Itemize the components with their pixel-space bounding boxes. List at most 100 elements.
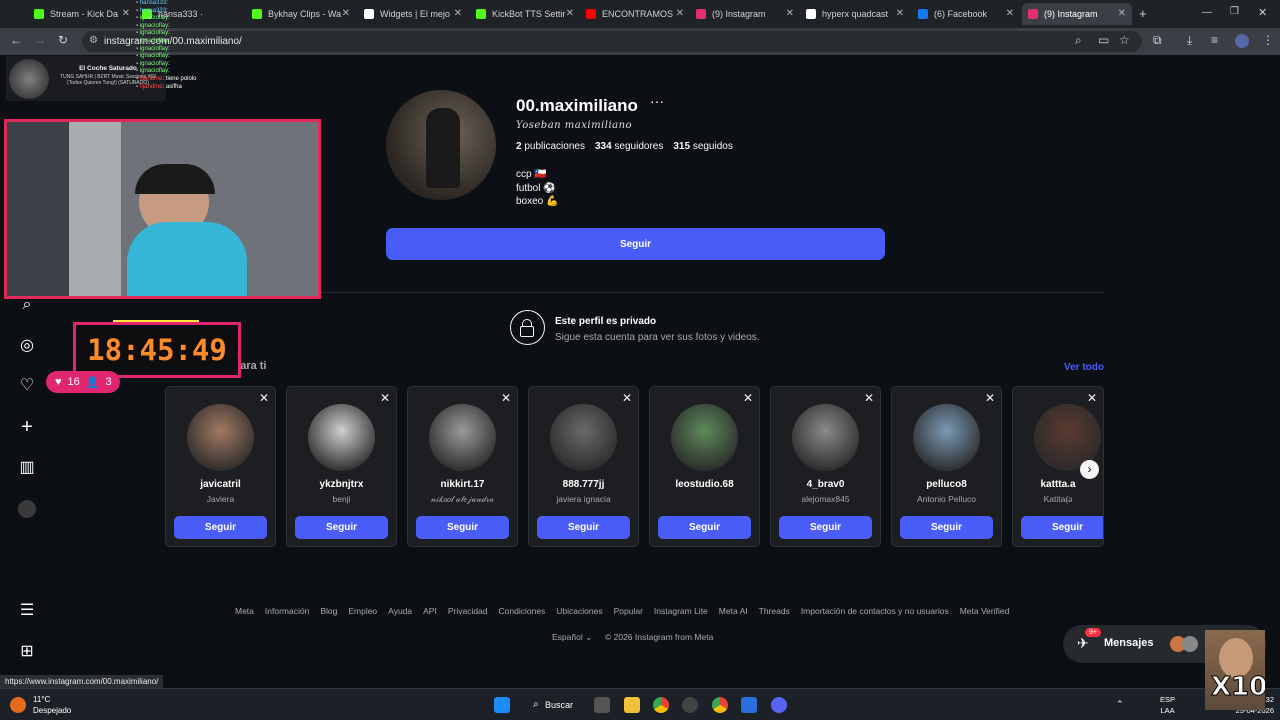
footer-link[interactable]: Threads bbox=[759, 606, 790, 616]
language-indicator[interactable]: ESP LAA bbox=[1160, 694, 1175, 716]
footer-link[interactable]: Información bbox=[265, 606, 309, 616]
suggestion-username[interactable]: pelluco8 bbox=[892, 479, 1001, 490]
zoom-icon[interactable]: ⌕ bbox=[1075, 33, 1082, 48]
following-stat[interactable]: 315 seguidos bbox=[673, 141, 733, 152]
follow-button[interactable]: Seguir bbox=[386, 228, 885, 260]
close-icon[interactable]: ✕ bbox=[566, 8, 574, 19]
footer-link[interactable]: Privacidad bbox=[448, 606, 488, 616]
footer-link[interactable]: Ubicaciones bbox=[556, 606, 602, 616]
suggestion-avatar[interactable] bbox=[913, 404, 980, 471]
explore-icon[interactable]: ◎ bbox=[18, 337, 36, 355]
suggestion-follow-button[interactable]: Seguir bbox=[416, 516, 509, 539]
footer-link[interactable]: Empleo bbox=[348, 606, 377, 616]
apps-grid-icon[interactable]: ⊞ bbox=[18, 643, 36, 661]
suggestion-username[interactable]: leostudio.68 bbox=[650, 479, 759, 490]
bookmark-star-icon[interactable]: ☆ bbox=[1119, 33, 1130, 47]
dashboard-icon[interactable]: ▥ bbox=[18, 459, 36, 477]
app-icon[interactable] bbox=[741, 697, 757, 713]
file-explorer-icon[interactable] bbox=[624, 697, 640, 713]
footer-link[interactable]: Popular bbox=[614, 606, 643, 616]
profile-avatar[interactable] bbox=[18, 500, 36, 518]
reload-icon[interactable]: ↻ bbox=[58, 33, 68, 47]
discord-icon[interactable] bbox=[771, 697, 787, 713]
suggestion-avatar[interactable] bbox=[187, 404, 254, 471]
tab-8[interactable]: (6) Facebook ✕ bbox=[912, 3, 1020, 25]
close-icon[interactable]: ✕ bbox=[1006, 8, 1014, 19]
close-icon[interactable]: ✕ bbox=[454, 8, 462, 19]
tab-3[interactable]: Widgets | El mejo ✕ bbox=[358, 3, 468, 25]
close-icon[interactable]: ✕ bbox=[342, 8, 350, 19]
create-plus-icon[interactable]: + bbox=[18, 417, 36, 437]
dismiss-icon[interactable]: ✕ bbox=[259, 391, 269, 405]
suggestion-username[interactable]: nikkirt.17 bbox=[408, 479, 517, 490]
suggestion-username[interactable]: javicatril bbox=[166, 479, 275, 490]
footer-link[interactable]: Blog bbox=[320, 606, 337, 616]
suggestion-follow-button[interactable]: Seguir bbox=[900, 516, 993, 539]
weather-icon[interactable] bbox=[10, 697, 26, 713]
suggestion-follow-button[interactable]: Seguir bbox=[1021, 516, 1103, 539]
more-options-icon[interactable]: ··· bbox=[650, 93, 664, 109]
tab-7[interactable]: hyperx quadcast ✕ bbox=[800, 3, 910, 25]
tab-5[interactable]: ENCONTRAMOS ✕ bbox=[580, 3, 690, 25]
suggestion-username[interactable]: 4_brav0 bbox=[771, 479, 880, 490]
forward-icon[interactable]: → bbox=[34, 33, 46, 47]
more-menu-icon[interactable]: ☰ bbox=[18, 602, 36, 620]
dismiss-icon[interactable]: ✕ bbox=[743, 391, 753, 405]
dismiss-icon[interactable]: ✕ bbox=[622, 391, 632, 405]
suggestion-avatar[interactable] bbox=[308, 404, 375, 471]
restore-icon[interactable]: ❐ bbox=[1230, 6, 1239, 17]
followers-stat[interactable]: 334 seguidores bbox=[595, 141, 663, 152]
footer-link[interactable]: Condiciones bbox=[499, 606, 546, 616]
tab-4[interactable]: KickBot TTS Settir ✕ bbox=[470, 3, 580, 25]
suggestion-avatar[interactable] bbox=[550, 404, 617, 471]
footer-link[interactable]: Instagram Lite bbox=[654, 606, 708, 616]
tab-0[interactable]: Stream - Kick Da ✕ bbox=[28, 3, 136, 25]
suggestion-follow-button[interactable]: Seguir bbox=[174, 516, 267, 539]
extensions-icon[interactable]: ⧉ bbox=[1153, 33, 1162, 48]
cast-icon[interactable]: ▭ bbox=[1098, 33, 1109, 47]
suggestion-username[interactable]: ykzbnjtrx bbox=[287, 479, 396, 490]
dismiss-icon[interactable]: ✕ bbox=[501, 391, 511, 405]
suggestion-avatar[interactable] bbox=[429, 404, 496, 471]
suggestion-username[interactable]: kattta.a bbox=[1013, 479, 1103, 490]
profile-picture[interactable] bbox=[386, 90, 496, 200]
tray-chevron-icon[interactable]: ⌃ bbox=[1116, 699, 1124, 710]
suggestion-username[interactable]: 888.777jj bbox=[529, 479, 638, 490]
weather-widget[interactable]: 11°C Despejado bbox=[33, 694, 71, 716]
site-info-icon[interactable]: ⚙ bbox=[89, 35, 98, 46]
dismiss-icon[interactable]: ✕ bbox=[864, 391, 874, 405]
profile-avatar-icon[interactable] bbox=[1235, 34, 1249, 48]
footer-link[interactable]: Importación de contactos y no usuarios bbox=[801, 606, 949, 616]
close-icon[interactable]: ✕ bbox=[896, 8, 904, 19]
footer-link[interactable]: Meta AI bbox=[719, 606, 748, 616]
dismiss-icon[interactable]: ✕ bbox=[1087, 391, 1097, 405]
notifications-heart-icon[interactable]: ♡ bbox=[18, 377, 36, 395]
language-selector[interactable]: Español ⌄ bbox=[552, 632, 592, 643]
footer-link[interactable]: API bbox=[423, 606, 437, 616]
footer-link[interactable]: Ayuda bbox=[388, 606, 412, 616]
close-icon[interactable]: ✕ bbox=[1118, 8, 1126, 19]
minimize-icon[interactable]: — bbox=[1202, 7, 1212, 18]
suggestion-follow-button[interactable]: Seguir bbox=[295, 516, 388, 539]
suggestion-follow-button[interactable]: Seguir bbox=[779, 516, 872, 539]
window-close-icon[interactable]: ✕ bbox=[1258, 6, 1267, 19]
footer-link[interactable]: Meta bbox=[235, 606, 254, 616]
suggestion-follow-button[interactable]: Seguir bbox=[658, 516, 751, 539]
menu-icon[interactable]: ⋮ bbox=[1262, 33, 1274, 47]
obs-icon[interactable] bbox=[682, 697, 698, 713]
close-icon[interactable]: ✕ bbox=[676, 8, 684, 19]
taskbar-search[interactable]: ⌕ Buscar bbox=[525, 694, 580, 716]
suggestion-avatar[interactable] bbox=[792, 404, 859, 471]
suggestion-follow-button[interactable]: Seguir bbox=[537, 516, 630, 539]
task-view-icon[interactable] bbox=[594, 697, 610, 713]
tab-9-active[interactable]: (9) Instagram ✕ bbox=[1022, 3, 1132, 25]
suggestion-avatar[interactable] bbox=[671, 404, 738, 471]
close-icon[interactable]: ✕ bbox=[122, 8, 130, 19]
download-icon[interactable]: ⤓ bbox=[1187, 33, 1192, 48]
chrome-active-icon[interactable] bbox=[712, 697, 728, 713]
footer-link[interactable]: Meta Verified bbox=[960, 606, 1010, 616]
back-icon[interactable]: ← bbox=[10, 33, 22, 47]
dismiss-icon[interactable]: ✕ bbox=[380, 391, 390, 405]
see-all-link[interactable]: Ver todo bbox=[1064, 362, 1104, 373]
reading-list-icon[interactable]: ≡ bbox=[1211, 33, 1218, 47]
